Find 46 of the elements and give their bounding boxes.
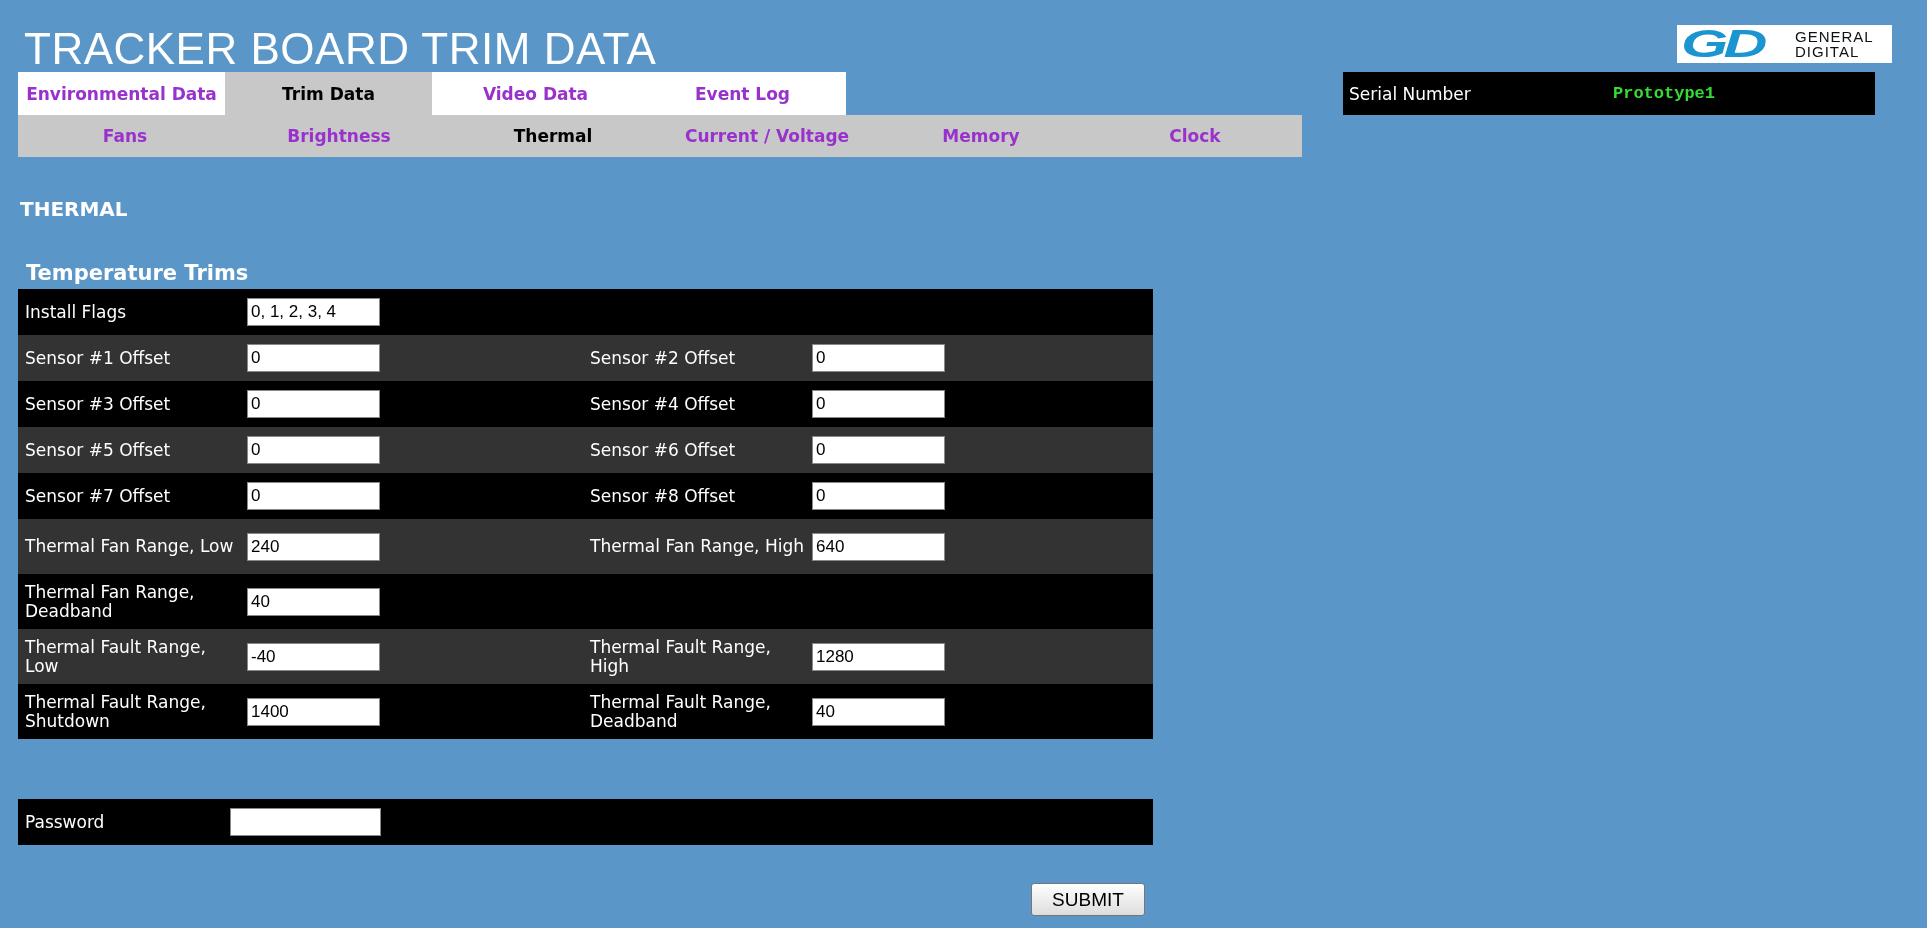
password-field[interactable] (230, 808, 382, 836)
input-field[interactable]: 240 (247, 532, 380, 561)
field-label: Thermal Fan Range, High (590, 537, 805, 556)
field-label: Password (25, 812, 106, 832)
nav-tab[interactable]: Video Data (432, 72, 639, 115)
field-label: Thermal Fault Range, Shutdown (25, 692, 207, 731)
input-field[interactable]: 0 (812, 390, 945, 418)
field-label: Install Flags (25, 302, 128, 322)
input-field[interactable]: 0 (247, 482, 380, 510)
subnav-tab[interactable]: Thermal (446, 115, 660, 157)
input-field[interactable]: 1400 (247, 697, 380, 726)
input-field[interactable]: 640 (812, 532, 945, 561)
input-field[interactable]: -40 (247, 642, 380, 671)
serial-value: Prototype1 (1613, 84, 1716, 103)
company-logo: GD GENERAL DIGITAL (1677, 25, 1892, 63)
field-label: Sensor #7 Offset (25, 486, 172, 506)
input-field[interactable]: 40 (812, 697, 945, 726)
section-heading: THERMAL (20, 197, 128, 221)
input-field[interactable]: 0 (247, 344, 380, 372)
submit-button[interactable]: SUBMIT (1031, 883, 1145, 916)
nav-tab[interactable]: Event Log (639, 72, 846, 115)
serial-label: Serial Number (1349, 83, 1472, 104)
nav-tab[interactable]: Environmental Data (18, 72, 225, 115)
input-field[interactable]: 0 (812, 436, 945, 464)
input-field[interactable]: 1280 (812, 642, 945, 671)
input-field[interactable]: 0, 1, 2, 3, 4 (247, 298, 380, 326)
input-field[interactable]: 40 (247, 587, 380, 616)
input-field[interactable]: 0 (247, 436, 380, 464)
field-label: Thermal Fault Range, Low (25, 637, 207, 676)
page-title: TRACKER BOARD TRIM DATA (24, 26, 657, 72)
field-label: Sensor #4 Offset (590, 394, 737, 414)
field-label: Thermal Fault Range, High (590, 637, 772, 676)
field-label: Sensor #1 Offset (25, 348, 172, 368)
field-label: Sensor #6 Offset (590, 440, 737, 460)
input-field[interactable]: 0 (812, 344, 945, 372)
input-field[interactable]: 0 (812, 482, 945, 510)
field-label: Thermal Fan Range, Deadband (25, 582, 196, 621)
input-field[interactable]: 0 (247, 390, 380, 418)
field-label: Sensor #5 Offset (25, 440, 172, 460)
field-label: Thermal Fault Range, Deadband (590, 692, 772, 731)
field-label: Thermal Fan Range, Low (25, 537, 235, 556)
field-label: Sensor #3 Offset (25, 394, 172, 414)
field-label: Sensor #2 Offset (590, 348, 737, 368)
group-heading: Temperature Trims (26, 261, 249, 285)
nav-tab[interactable]: Trim Data (225, 72, 432, 115)
field-label: Sensor #8 Offset (590, 486, 737, 506)
